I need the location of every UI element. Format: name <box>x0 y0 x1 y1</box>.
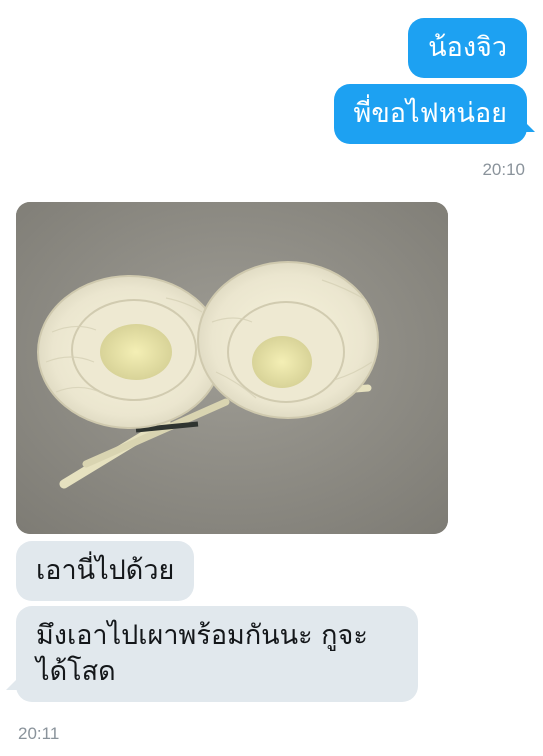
outgoing-message-2-text: พี่ขอไฟหน่อย <box>353 98 507 129</box>
incoming-message-1-text: เอานี่ไปด้วย <box>36 555 175 586</box>
incoming-message-1[interactable]: เอานี่ไปด้วย <box>16 541 195 601</box>
incoming-message-2-line2: ได้โสด <box>36 656 116 687</box>
outgoing-bubble-tail <box>523 120 535 132</box>
outgoing-message-2[interactable]: พี่ขอไฟหน่อย <box>333 84 527 144</box>
outgoing-message-1[interactable]: น้องจิว <box>408 18 527 78</box>
incoming-photo[interactable] <box>16 202 448 534</box>
incoming-bubble-tail <box>6 678 18 690</box>
flower-photo-icon <box>16 202 448 534</box>
outgoing-timestamp: 20:10 <box>482 160 525 179</box>
incoming-timestamp: 20:11 <box>18 724 60 743</box>
outgoing-message-1-text: น้องจิว <box>428 32 507 63</box>
incoming-message-2[interactable]: มึงเอาไปเผาพร้อมกันนะ กูจะ ได้โสด <box>16 606 418 702</box>
incoming-message-2-line1: มึงเอาไปเผาพร้อมกันนะ กูจะ <box>36 620 368 651</box>
